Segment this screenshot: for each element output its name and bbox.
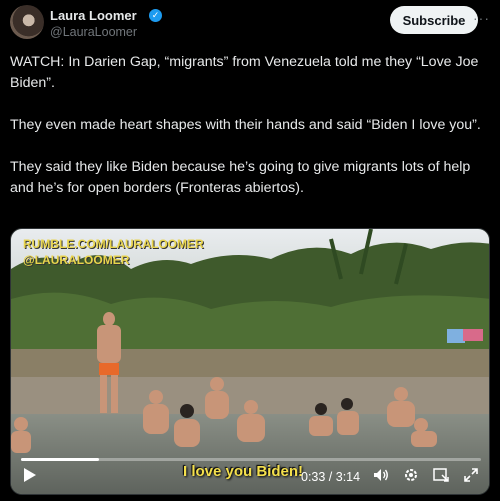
video-time: 0:33 / 3:14 <box>301 470 361 484</box>
watermark-url: RUMBLE.COM/LAURALOOMER <box>23 237 204 251</box>
author-handle[interactable]: @LauraLoomer <box>50 25 137 39</box>
verified-badge-icon: ✓ <box>149 9 162 22</box>
video-player[interactable]: RUMBLE.COM/LAURALOOMER @LAURALOOMER I lo… <box>10 228 490 495</box>
gear-icon[interactable] <box>403 467 419 483</box>
volume-icon[interactable] <box>373 467 389 483</box>
picture-in-picture-icon[interactable] <box>433 467 449 483</box>
tweet-paragraph: They even made heart shapes with their h… <box>10 117 481 133</box>
author-name[interactable]: Laura Loomer <box>50 8 137 23</box>
progress-fill <box>21 458 100 461</box>
progress-bar[interactable] <box>21 458 481 461</box>
more-options-icon[interactable]: ··· <box>473 10 490 26</box>
tweet-paragraph: WATCH: In Darien Gap, “migrants” from Ve… <box>10 54 479 91</box>
tweet-header: Laura Loomer ✓ @LauraLoomer Subscribe ··… <box>10 5 490 43</box>
video-controls: 0:33 / 3:14 <box>11 454 489 494</box>
fullscreen-icon[interactable] <box>463 467 479 483</box>
play-icon[interactable] <box>23 467 37 483</box>
watermark-handle: @LAURALOOMER <box>23 253 130 267</box>
tweet-text: WATCH: In Darien Gap, “migrants” from Ve… <box>10 52 492 220</box>
avatar[interactable] <box>10 5 44 39</box>
subscribe-button[interactable]: Subscribe <box>390 6 478 34</box>
tweet-paragraph: They said they like Biden because he’s g… <box>10 159 471 196</box>
